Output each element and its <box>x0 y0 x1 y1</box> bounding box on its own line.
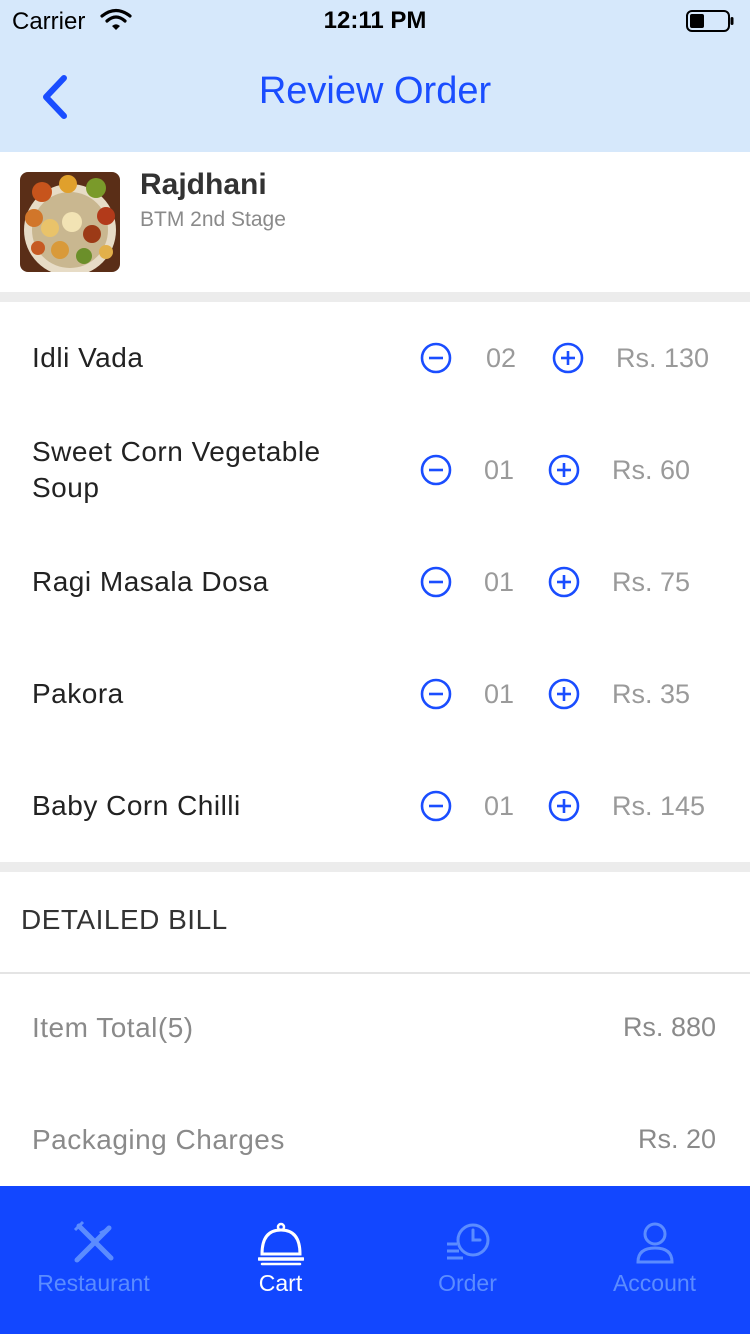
section-divider <box>0 862 750 872</box>
item-price: Rs. 35 <box>612 679 691 709</box>
item-price: Rs. 130 <box>616 343 710 373</box>
minus-circle-icon[interactable] <box>420 790 452 822</box>
item-quantity: 01 <box>483 567 515 597</box>
restaurant-thumbnail <box>20 172 120 272</box>
clock: 12:11 PM <box>323 7 427 34</box>
list-item: Idli Vada 02 Rs. 130 <box>0 302 750 414</box>
battery-icon <box>686 10 734 32</box>
item-price: Rs. 145 <box>612 791 706 821</box>
bill-heading: DETAILED BILL <box>21 904 228 935</box>
order-history-icon <box>447 1223 490 1260</box>
status-bar: Carrier 12:11 PM <box>0 0 750 40</box>
minus-circle-icon[interactable] <box>420 678 452 710</box>
tab-cart[interactable]: Cart <box>187 1186 374 1334</box>
restaurant-location: BTM 2nd Stage <box>140 208 286 231</box>
divider-line <box>0 972 750 974</box>
bill-row-label: Item Total(5) <box>32 1012 194 1043</box>
list-item: Sweet Corn Vegetable Soup 01 Rs. 60 <box>0 414 750 526</box>
service-bell-icon <box>258 1222 304 1266</box>
bill-row: Packaging Charges Rs. 20 <box>0 1124 750 1184</box>
tab-label: Cart <box>258 1270 303 1296</box>
item-name: Sweet Corn Vegetable Soup <box>32 436 321 503</box>
tab-label: Restaurant <box>37 1270 150 1296</box>
tab-label: Order <box>438 1270 497 1296</box>
bill-row-value: Rs. 20 <box>637 1124 716 1154</box>
item-name: Baby Corn Chilli <box>32 790 241 821</box>
section-divider <box>0 292 750 302</box>
item-quantity: 02 <box>485 343 517 373</box>
restaurant-card: Rajdhani BTM 2nd Stage <box>0 152 750 292</box>
minus-circle-icon[interactable] <box>420 342 452 374</box>
item-quantity: 01 <box>483 679 515 709</box>
item-name: Ragi Masala Dosa <box>32 566 269 597</box>
tab-bar: Restaurant Cart Order Account <box>0 1186 750 1334</box>
bill-row: Item Total(5) Rs. 880 <box>0 1012 750 1072</box>
bill-row-value: Rs. 880 <box>622 1012 716 1042</box>
user-icon <box>636 1222 674 1264</box>
list-item: Baby Corn Chilli 01 Rs. 145 <box>0 750 750 862</box>
fork-knife-icon <box>73 1220 114 1263</box>
bill-row-label: Packaging Charges <box>32 1124 285 1155</box>
minus-circle-icon[interactable] <box>420 454 452 486</box>
list-item: Pakora 01 Rs. 35 <box>0 638 750 750</box>
item-name: Pakora <box>32 678 124 709</box>
tab-label: Account <box>612 1270 697 1296</box>
header-bar: Carrier 12:11 PM Review Order <box>0 0 750 152</box>
tab-account[interactable]: Account <box>561 1186 748 1334</box>
item-quantity: 01 <box>483 455 515 485</box>
list-item: Ragi Masala Dosa 01 Rs. 75 <box>0 526 750 638</box>
plus-circle-icon[interactable] <box>552 342 584 374</box>
plus-circle-icon[interactable] <box>548 678 580 710</box>
minus-circle-icon[interactable] <box>420 566 452 598</box>
tab-order[interactable]: Order <box>374 1186 561 1334</box>
restaurant-name: Rajdhani <box>140 168 267 201</box>
plus-circle-icon[interactable] <box>548 454 580 486</box>
plus-circle-icon[interactable] <box>548 790 580 822</box>
item-price: Rs. 60 <box>612 455 691 485</box>
page-title: Review Order <box>258 70 492 112</box>
plus-circle-icon[interactable] <box>548 566 580 598</box>
item-price: Rs. 75 <box>612 567 691 597</box>
tab-restaurant[interactable]: Restaurant <box>0 1186 187 1334</box>
item-quantity: 01 <box>483 791 515 821</box>
item-name: Idli Vada <box>32 342 144 373</box>
